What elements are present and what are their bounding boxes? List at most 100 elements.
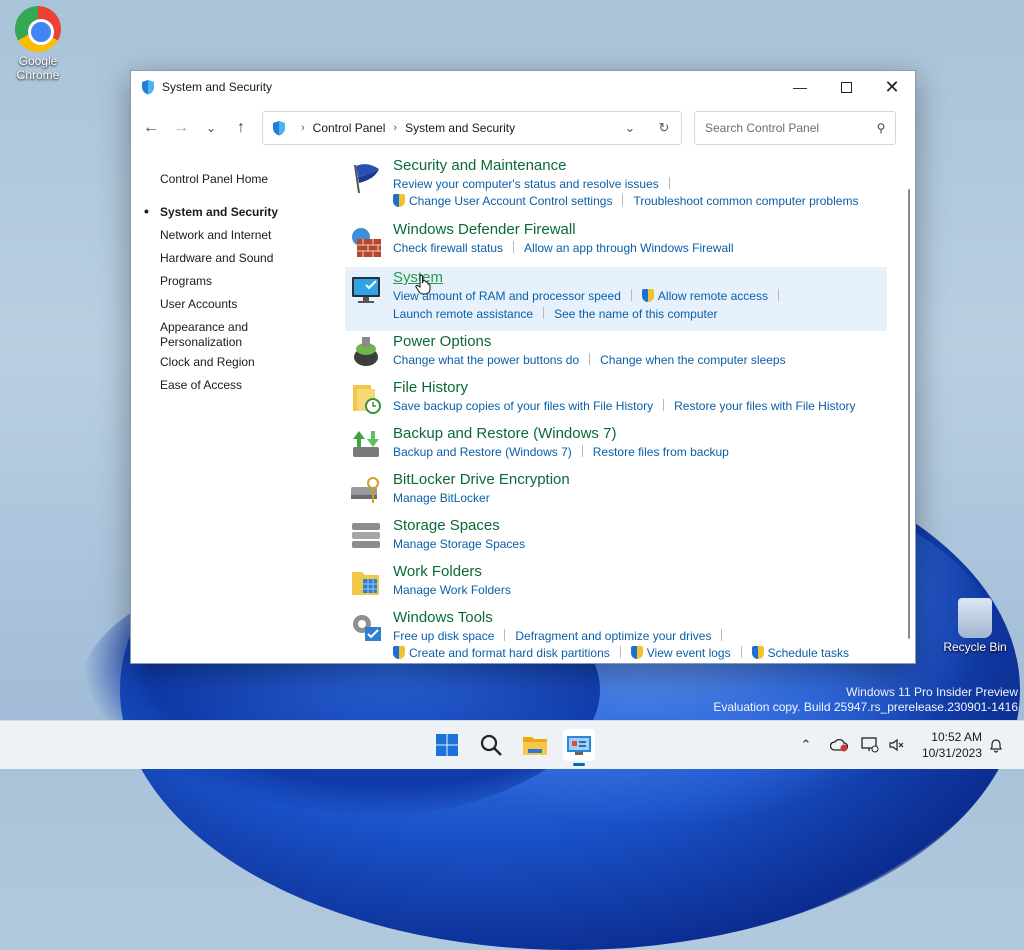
control-panel-taskbar-button[interactable] xyxy=(563,729,595,766)
watermark-line: Windows 11 Pro Insider Preview xyxy=(846,685,1018,699)
desktop-icon-recycle-bin[interactable]: Recycle Bin xyxy=(943,598,1007,654)
category-title[interactable]: Storage Spaces xyxy=(393,517,500,534)
backup-icon xyxy=(353,431,379,457)
up-button[interactable]: ↑ xyxy=(226,113,256,143)
category-title[interactable]: Backup and Restore (Windows 7) xyxy=(393,425,616,442)
notifications-button[interactable] xyxy=(986,735,1006,755)
link-manage-storage-spaces[interactable]: Manage Storage Spaces xyxy=(393,537,525,551)
sidebar-item-control-panel-home[interactable]: Control Panel Home xyxy=(160,172,268,187)
search-input[interactable] xyxy=(703,120,867,136)
sidebar-item-clock-and-region[interactable]: Clock and Region xyxy=(160,355,255,370)
speaker-muted-icon xyxy=(889,738,904,752)
breadcrumb-system-and-security[interactable]: System and Security xyxy=(405,121,515,135)
recent-locations-button[interactable]: ⌄ xyxy=(196,113,226,143)
firewall-icon xyxy=(352,228,381,257)
minimize-button[interactable]: — xyxy=(777,71,823,103)
chevron-up-icon: ⌃ xyxy=(800,737,812,752)
link-check-firewall-status[interactable]: Check firewall status xyxy=(393,241,503,255)
onedrive-status-button[interactable] xyxy=(829,735,849,755)
control-panel-window: System and Security — ✕ ← → ⌄ ↑ › Contro… xyxy=(130,70,916,664)
scrollbar-thumb[interactable] xyxy=(908,189,910,639)
category-title[interactable]: Security and Maintenance xyxy=(393,157,566,174)
uac-shield-icon xyxy=(641,289,654,302)
link-defragment-drives[interactable]: Defragment and optimize your drives xyxy=(515,629,711,643)
category-work-folders: Work Folders Manage Work Folders xyxy=(345,561,887,601)
category-title[interactable]: Power Options xyxy=(393,333,491,350)
link-review-status[interactable]: Review your computer's status and resolv… xyxy=(393,177,659,191)
title-bar[interactable]: System and Security — ✕ xyxy=(131,71,915,103)
link-format-hard-disk-partitions[interactable]: Create and format hard disk partitions xyxy=(409,646,610,660)
category-windows-tools: Windows Tools Free up disk space Defragme… xyxy=(345,607,887,665)
link-change-uac-settings[interactable]: Change User Account Control settings xyxy=(409,194,612,208)
search-button[interactable] xyxy=(475,729,507,761)
recycle-bin-icon xyxy=(958,598,992,638)
category-title[interactable]: Windows Defender Firewall xyxy=(393,221,576,238)
link-allow-remote-access[interactable]: Allow remote access xyxy=(658,289,768,303)
link-see-computer-name[interactable]: See the name of this computer xyxy=(554,307,717,321)
file-explorer-button[interactable] xyxy=(519,729,551,761)
sidebar-item-label: Appearance and xyxy=(160,320,249,334)
uac-shield-icon xyxy=(751,646,764,659)
category-title[interactable]: Work Folders xyxy=(393,563,482,580)
link-launch-remote-assistance[interactable]: Launch remote assistance xyxy=(393,307,533,321)
uac-shield-icon xyxy=(393,194,405,207)
network-disconnected-icon xyxy=(861,737,879,753)
breadcrumb-control-panel[interactable]: Control Panel xyxy=(313,121,386,135)
clock-date: 10/31/2023 xyxy=(921,746,982,760)
show-hidden-icons-button[interactable]: ⌃ xyxy=(796,735,816,755)
link-manage-bitlocker[interactable]: Manage BitLocker xyxy=(393,491,490,505)
refresh-button[interactable]: ↻ xyxy=(647,120,681,136)
search-icon[interactable]: ⚲ xyxy=(867,121,895,135)
start-button[interactable] xyxy=(431,729,463,761)
link-backup-and-restore[interactable]: Backup and Restore (Windows 7) xyxy=(393,445,572,459)
vertical-scrollbar[interactable] xyxy=(906,159,912,639)
sidebar-item-network-and-internet[interactable]: Network and Internet xyxy=(160,228,271,243)
category-power-options: Power Options Change what the power butt… xyxy=(345,331,887,371)
back-button[interactable]: ← xyxy=(136,113,166,143)
maximize-icon xyxy=(840,81,852,93)
sidebar-item-system-and-security[interactable]: System and Security xyxy=(144,204,278,220)
category-title[interactable]: File History xyxy=(393,379,468,396)
sidebar-item-hardware-and-sound[interactable]: Hardware and Sound xyxy=(160,251,273,266)
watermark-line: Evaluation copy. Build 25947.rs_prerelea… xyxy=(713,700,1018,714)
link-computer-sleeps[interactable]: Change when the computer sleeps xyxy=(600,353,785,367)
category-title[interactable]: Windows Tools xyxy=(393,609,493,626)
desktop-icon-label: Google Chrome xyxy=(16,54,60,82)
network-status-button[interactable] xyxy=(860,735,880,755)
desktop-icon-chrome[interactable]: Google Chrome xyxy=(6,6,70,82)
breadcrumb-separator-icon: › xyxy=(301,122,305,134)
link-free-up-disk-space[interactable]: Free up disk space xyxy=(393,629,494,643)
sidebar-item-programs[interactable]: Programs xyxy=(160,274,212,289)
close-button[interactable]: ✕ xyxy=(869,71,915,103)
link-allow-app-through-firewall[interactable]: Allow an app through Windows Firewall xyxy=(524,241,733,255)
link-troubleshoot[interactable]: Troubleshoot common computer problems xyxy=(633,194,858,208)
back-arrow-icon: ← xyxy=(143,119,159,136)
hand-cursor-icon xyxy=(415,275,431,295)
category-title[interactable]: BitLocker Drive Encryption xyxy=(393,471,570,488)
maximize-button[interactable] xyxy=(823,71,869,103)
taskbar-clock[interactable]: 10:52 AM 10/31/2023 xyxy=(922,729,982,761)
work-folders-icon xyxy=(352,572,379,595)
search-box: ⚲ xyxy=(694,111,896,145)
category-file-history: File History Save backup copies of your … xyxy=(345,377,887,417)
forward-button[interactable]: → xyxy=(166,113,196,143)
category-windows-defender-firewall: Windows Defender Firewall Check firewall… xyxy=(345,221,887,261)
link-power-buttons[interactable]: Change what the power buttons do xyxy=(393,353,579,367)
link-view-event-logs[interactable]: View event logs xyxy=(647,646,731,660)
volume-button[interactable] xyxy=(886,735,906,755)
link-schedule-tasks[interactable]: Schedule tasks xyxy=(768,646,849,660)
address-dropdown-button[interactable]: ⌄ xyxy=(613,120,647,136)
clock-time: 10:52 AM xyxy=(931,730,982,744)
sidebar-item-ease-of-access[interactable]: Ease of Access xyxy=(160,378,242,393)
address-bar[interactable]: › Control Panel › System and Security ⌄ … xyxy=(262,111,682,145)
link-save-backup-copies[interactable]: Save backup copies of your files with Fi… xyxy=(393,399,653,413)
category-security-and-maintenance: Security and Maintenance Review your com… xyxy=(345,157,887,213)
link-manage-work-folders[interactable]: Manage Work Folders xyxy=(393,583,511,597)
sidebar-item-user-accounts[interactable]: User Accounts xyxy=(160,297,237,312)
link-restore-files[interactable]: Restore your files with File History xyxy=(674,399,855,413)
window-title: System and Security xyxy=(162,80,273,94)
battery-icon xyxy=(354,337,378,366)
sidebar-item-appearance-and-personalization[interactable]: Appearance and Personalization xyxy=(160,320,248,350)
link-restore-from-backup[interactable]: Restore files from backup xyxy=(593,445,729,459)
uac-shield-icon xyxy=(630,646,643,659)
